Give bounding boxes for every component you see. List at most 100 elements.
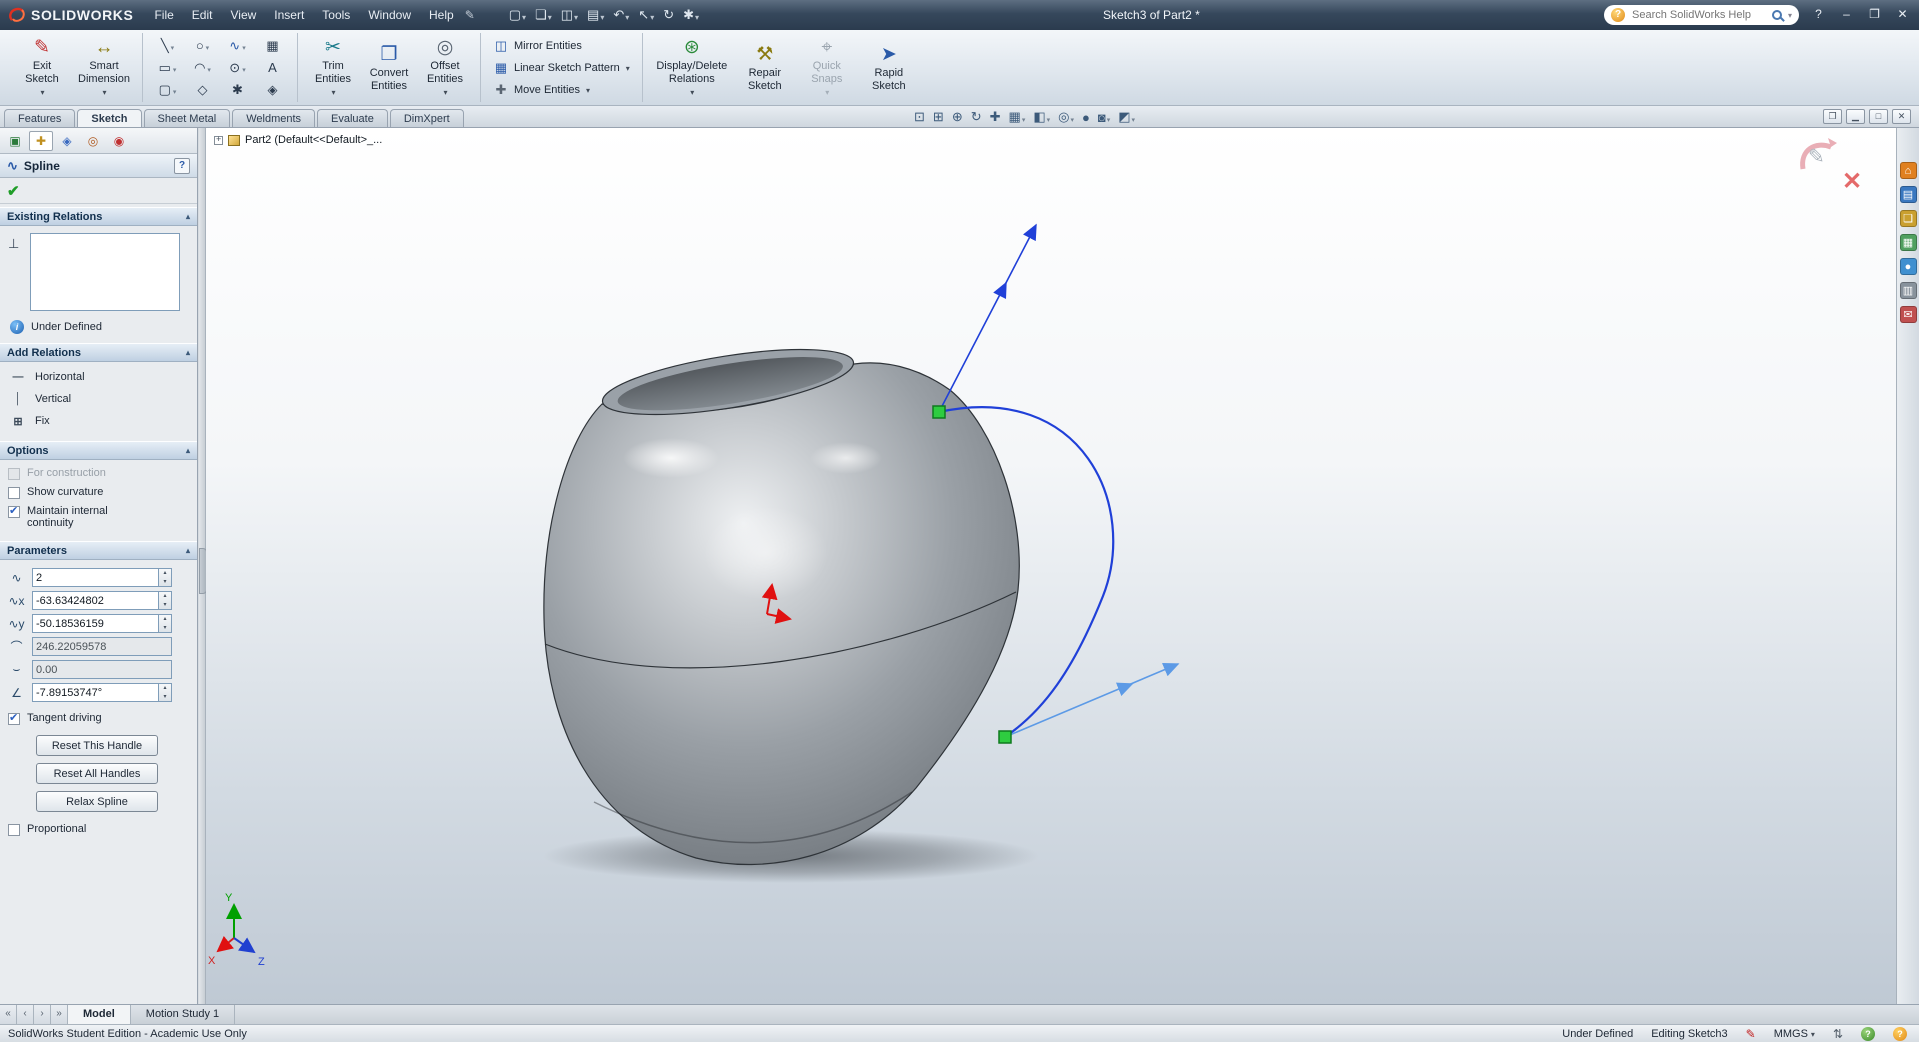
tangent-handle-bottom-mid-arrow[interactable] <box>1115 682 1134 697</box>
mirror-entities-button[interactable]: ◫ Mirror Entities <box>488 36 635 56</box>
spin-up-icon[interactable] <box>159 592 171 601</box>
tangent-angle-field[interactable] <box>32 683 172 702</box>
tab-sheet-metal[interactable]: Sheet Metal <box>143 109 231 127</box>
tangent-handle-top[interactable] <box>938 223 1037 413</box>
collapse-chevron-icon[interactable] <box>186 446 190 455</box>
tangent-handle-bottom[interactable] <box>1004 662 1180 738</box>
tab-weldments[interactable]: Weldments <box>232 109 316 127</box>
plane-tool-button[interactable]: ◈ <box>255 79 290 101</box>
spline-point-number-input[interactable] <box>33 569 158 586</box>
exit-sketch-button[interactable]: ✎ Exit Sketch <box>11 35 73 101</box>
maintain-internal-continuity-checkbox[interactable] <box>8 504 20 518</box>
line-tool-button[interactable]: ╲ <box>150 35 185 57</box>
move-entities-button[interactable]: ✚ Move Entities <box>488 80 635 100</box>
open-document-button[interactable]: ❏ <box>531 4 556 26</box>
existing-relations-header[interactable]: Existing Relations <box>0 207 197 226</box>
tree-expand-icon[interactable] <box>214 134 223 145</box>
proportional-option[interactable]: Proportional <box>6 820 191 839</box>
spinner-control[interactable] <box>158 592 171 609</box>
tree-root-label[interactable]: Part2 (Default<<Default>_... <box>245 134 382 146</box>
quick-snaps-button[interactable]: ⌖ Quick Snaps <box>796 35 858 101</box>
undo-button[interactable]: ↶ <box>609 4 633 26</box>
circle-tool-button[interactable]: ○ <box>185 35 220 57</box>
exit-sketch-corner-button[interactable]: ✎ <box>1798 136 1838 174</box>
view-orientation-button[interactable]: ▦ <box>1007 109 1028 125</box>
tab-sketch[interactable]: Sketch <box>77 109 142 127</box>
ok-button[interactable]: ✔ <box>7 182 20 200</box>
feature-tree-root[interactable]: Part2 (Default<<Default>_... <box>214 134 382 146</box>
help-status-icon[interactable]: ? <box>1861 1026 1875 1041</box>
spin-down-icon[interactable] <box>159 624 171 633</box>
tab-features[interactable]: Features <box>4 109 76 127</box>
add-relations-header[interactable]: Add Relations <box>0 343 197 362</box>
solidworks-resources-icon[interactable]: ⌂ <box>1899 162 1917 179</box>
configuration-manager-tab-icon[interactable]: ◈ <box>55 131 79 151</box>
rebuild-button[interactable]: ↻ <box>659 4 678 26</box>
x-coordinate-field[interactable] <box>32 591 172 610</box>
display-delete-relations-button[interactable]: ⊛ Display/Delete Relations <box>650 35 734 101</box>
spinner-control[interactable] <box>158 615 171 632</box>
polygon-tool-button[interactable]: ◇ <box>185 79 220 101</box>
tangent-driving-option[interactable]: Tangent driving <box>6 709 191 728</box>
reset-all-handles-button[interactable]: Reset All Handles <box>36 763 158 784</box>
arc-tool-button[interactable]: ◠ <box>185 57 220 79</box>
tab-model[interactable]: Model <box>68 1005 131 1024</box>
spinner-control[interactable] <box>158 684 171 701</box>
spline-point-bottom[interactable] <box>998 730 1012 744</box>
ellipse-tool-button[interactable]: ⊙ <box>220 57 255 79</box>
collapse-chevron-icon[interactable] <box>186 348 190 357</box>
new-document-button[interactable]: ▢ <box>505 4 530 26</box>
horizontal-relation-button[interactable]: — Horizontal <box>6 366 191 388</box>
selection-filter-icon[interactable]: ⇅ <box>1833 1027 1843 1041</box>
zoom-to-area-button[interactable]: ⊞ <box>931 109 946 125</box>
point-tool-button[interactable]: ✱ <box>220 79 255 101</box>
viewport-canvas[interactable]: Y X Z <box>206 128 1896 1004</box>
menu-tools[interactable]: Tools <box>313 4 359 26</box>
forum-icon[interactable]: ✉ <box>1899 306 1917 323</box>
slot-tool-button[interactable]: ▢ <box>150 79 185 101</box>
zoom-to-fit-button[interactable]: ⊡ <box>912 109 927 125</box>
vase-body[interactable] <box>543 362 1020 866</box>
display-style-button[interactable]: ◧ <box>1031 109 1052 125</box>
menu-file[interactable]: File <box>145 4 182 26</box>
fix-relation-button[interactable]: ⊞ Fix <box>6 410 191 432</box>
for-construction-checkbox[interactable] <box>8 468 20 480</box>
y-coordinate-input[interactable] <box>33 615 158 632</box>
collapse-chevron-icon[interactable] <box>186 546 190 555</box>
tangent-handle-top-mid-arrow[interactable] <box>993 281 1007 300</box>
show-curvature-checkbox[interactable] <box>8 487 20 499</box>
sketch-pattern-tool-button[interactable]: ▦ <box>255 35 290 57</box>
spline-point-number-field[interactable] <box>32 568 172 587</box>
design-library-icon[interactable]: ▤ <box>1899 186 1917 203</box>
x-coordinate-input[interactable] <box>33 592 158 609</box>
hide-show-items-button[interactable]: ◎ <box>1056 109 1076 125</box>
help-search[interactable]: ? <box>1604 5 1799 25</box>
save-button[interactable]: ◫ <box>557 4 582 26</box>
smart-dimension-button[interactable]: ↔ Smart Dimension <box>73 35 135 101</box>
close-document-icon[interactable]: ✕ <box>1892 109 1911 124</box>
nav-last-button[interactable]: » <box>51 1005 68 1024</box>
maximize-document-icon[interactable]: □ <box>1869 109 1888 124</box>
for-construction-option[interactable]: For construction <box>6 464 191 483</box>
select-button[interactable]: ↖ <box>634 4 658 26</box>
search-input[interactable] <box>1630 8 1767 22</box>
collapse-chevron-icon[interactable] <box>186 212 190 221</box>
tab-dimxpert[interactable]: DimXpert <box>389 109 464 127</box>
tab-motion-study-1[interactable]: Motion Study 1 <box>131 1005 236 1024</box>
tangent-driving-checkbox[interactable] <box>8 711 20 725</box>
quick-tips-icon[interactable]: ? <box>1893 1026 1907 1041</box>
nav-next-button[interactable]: › <box>34 1005 51 1024</box>
spin-down-icon[interactable] <box>159 693 171 702</box>
spinner-control[interactable] <box>158 569 171 586</box>
custom-properties-icon[interactable]: ▥ <box>1899 282 1917 299</box>
file-explorer-icon[interactable]: ❏ <box>1899 210 1917 227</box>
search-icon[interactable] <box>1771 10 1782 20</box>
offset-entities-button[interactable]: ◎ Offset Entities <box>417 35 473 101</box>
view-palette-icon[interactable]: ▦ <box>1899 234 1917 251</box>
relations-listbox[interactable] <box>30 233 180 311</box>
dimxpert-manager-tab-icon[interactable]: ◎ <box>81 131 105 151</box>
proportional-checkbox[interactable] <box>8 824 20 836</box>
text-tool-button[interactable]: A <box>255 57 290 79</box>
close-button[interactable]: ✕ <box>1890 4 1915 25</box>
menu-help[interactable]: Help <box>420 4 463 26</box>
